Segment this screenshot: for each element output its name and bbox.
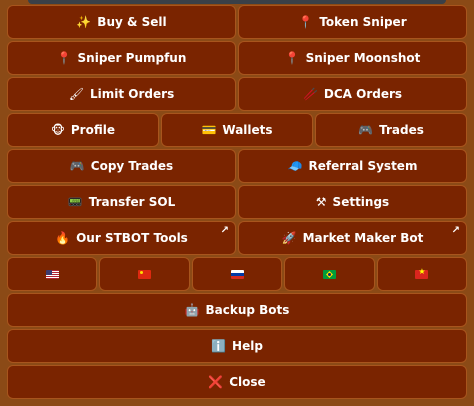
keyboard-row: ℹ️ Help bbox=[7, 329, 467, 363]
buy-sell-button[interactable]: ✨ Buy & Sell bbox=[7, 5, 236, 39]
robot-icon: 🤖 bbox=[184, 303, 200, 317]
cap-icon: 🧢 bbox=[287, 159, 303, 173]
close-icon: ❌ bbox=[208, 375, 224, 389]
us-flag-icon bbox=[45, 269, 59, 279]
sniper-moonshot-label: Sniper Moonshot bbox=[305, 51, 421, 65]
keyboard-row: 🖌 Limit Orders 🥢 DCA Orders bbox=[7, 77, 467, 111]
sniper-pumpfun-label: Sniper Pumpfun bbox=[77, 51, 187, 65]
keyboard-row: 🤖 Backup Bots bbox=[7, 293, 467, 327]
keyboard-row: 🎮 Copy Trades 🧢 Referral System bbox=[7, 149, 467, 183]
our-stbot-tools-button[interactable]: 🔥 Our STBOT Tools ↗ bbox=[7, 221, 236, 255]
external-link-icon: ↗ bbox=[451, 225, 460, 236]
trades-button[interactable]: 🎮 Trades bbox=[315, 113, 467, 147]
language-chinese-button[interactable] bbox=[99, 257, 190, 291]
settings-label: Settings bbox=[332, 195, 390, 209]
language-vietnamese-button[interactable] bbox=[376, 257, 468, 291]
transfer-sol-label: Transfer SOL bbox=[88, 195, 176, 209]
referral-system-button[interactable]: 🧢 Referral System bbox=[238, 149, 467, 183]
sniper-moonshot-button[interactable]: 📍 Sniper Moonshot bbox=[238, 41, 467, 75]
language-russian-button[interactable] bbox=[191, 257, 283, 291]
help-label: Help bbox=[232, 339, 263, 353]
paintbrush-icon: 🖌 bbox=[68, 87, 85, 101]
credit-card-icon: 💳 bbox=[201, 123, 217, 137]
help-button[interactable]: ℹ️ Help bbox=[7, 329, 467, 363]
buy-sell-label: Buy & Sell bbox=[97, 15, 167, 29]
copy-trades-label: Copy Trades bbox=[90, 159, 174, 173]
info-icon: ℹ️ bbox=[211, 339, 227, 353]
limit-orders-button[interactable]: 🖌 Limit Orders bbox=[7, 77, 236, 111]
backup-bots-button[interactable]: 🤖 Backup Bots bbox=[7, 293, 467, 327]
keyboard-row: ❌ Close bbox=[7, 365, 467, 399]
transfer-sol-button[interactable]: 📟 Transfer SOL bbox=[7, 185, 236, 219]
market-maker-bot-label: Market Maker Bot bbox=[302, 231, 424, 245]
keyboard-row: 🐵 Profile 💳 Wallets 🎮 Trades bbox=[7, 113, 467, 147]
language-portuguese-button[interactable] bbox=[284, 257, 375, 291]
pager-icon: 📟 bbox=[67, 195, 83, 209]
chopsticks-icon: 🥢 bbox=[302, 87, 318, 101]
settings-button[interactable]: ⚒ Settings bbox=[238, 185, 467, 219]
dca-orders-label: DCA Orders bbox=[323, 87, 403, 101]
close-button[interactable]: ❌ Close bbox=[7, 365, 467, 399]
vietnam-flag-icon bbox=[415, 267, 429, 279]
monkey-icon: 🐵 bbox=[51, 123, 65, 137]
keyboard-row: 🔥 Our STBOT Tools ↗ 🚀 Market Maker Bot ↗ bbox=[7, 221, 467, 255]
pin-icon: 📍 bbox=[284, 51, 300, 65]
gamepad-icon: 🎮 bbox=[69, 159, 85, 173]
brazil-flag-icon bbox=[322, 269, 336, 279]
backup-bots-label: Backup Bots bbox=[205, 303, 290, 317]
pin-icon: 📍 bbox=[56, 51, 72, 65]
trades-label: Trades bbox=[379, 123, 424, 137]
external-link-icon: ↗ bbox=[220, 225, 229, 236]
inline-keyboard: ✨ Buy & Sell 📍 Token Sniper 📍 Sniper Pum… bbox=[7, 5, 468, 399]
language-english-button[interactable] bbox=[7, 257, 98, 291]
our-stbot-tools-label: Our STBOT Tools bbox=[76, 231, 188, 245]
keyboard-row: ✨ Buy & Sell 📍 Token Sniper bbox=[7, 5, 467, 39]
market-maker-bot-button[interactable]: 🚀 Market Maker Bot ↗ bbox=[238, 221, 467, 255]
wallets-label: Wallets bbox=[222, 123, 273, 137]
sniper-pumpfun-button[interactable]: 📍 Sniper Pumpfun bbox=[7, 41, 236, 75]
hammer-pick-icon: ⚒ bbox=[315, 195, 327, 209]
token-sniper-label: Token Sniper bbox=[319, 15, 407, 29]
sparkles-icon: ✨ bbox=[76, 15, 92, 29]
close-label: Close bbox=[229, 375, 266, 389]
limit-orders-label: Limit Orders bbox=[90, 87, 175, 101]
russia-flag-icon bbox=[230, 269, 244, 279]
profile-button[interactable]: 🐵 Profile bbox=[7, 113, 159, 147]
keyboard-row: 📍 Sniper Pumpfun 📍 Sniper Moonshot bbox=[7, 41, 467, 75]
pin-icon: 📍 bbox=[298, 15, 314, 29]
copy-trades-button[interactable]: 🎮 Copy Trades bbox=[7, 149, 236, 183]
dca-orders-button[interactable]: 🥢 DCA Orders bbox=[238, 77, 467, 111]
referral-system-label: Referral System bbox=[308, 159, 418, 173]
language-row bbox=[7, 257, 468, 291]
china-flag-icon bbox=[138, 269, 152, 279]
wallets-button[interactable]: 💳 Wallets bbox=[161, 113, 313, 147]
chat-scroll-edge bbox=[28, 0, 446, 4]
rocket-icon: 🚀 bbox=[281, 231, 297, 245]
keyboard-row: 📟 Transfer SOL ⚒ Settings bbox=[7, 185, 467, 219]
gamepad-icon: 🎮 bbox=[358, 123, 374, 137]
fire-icon: 🔥 bbox=[55, 231, 71, 245]
token-sniper-button[interactable]: 📍 Token Sniper bbox=[238, 5, 467, 39]
profile-label: Profile bbox=[70, 123, 115, 137]
